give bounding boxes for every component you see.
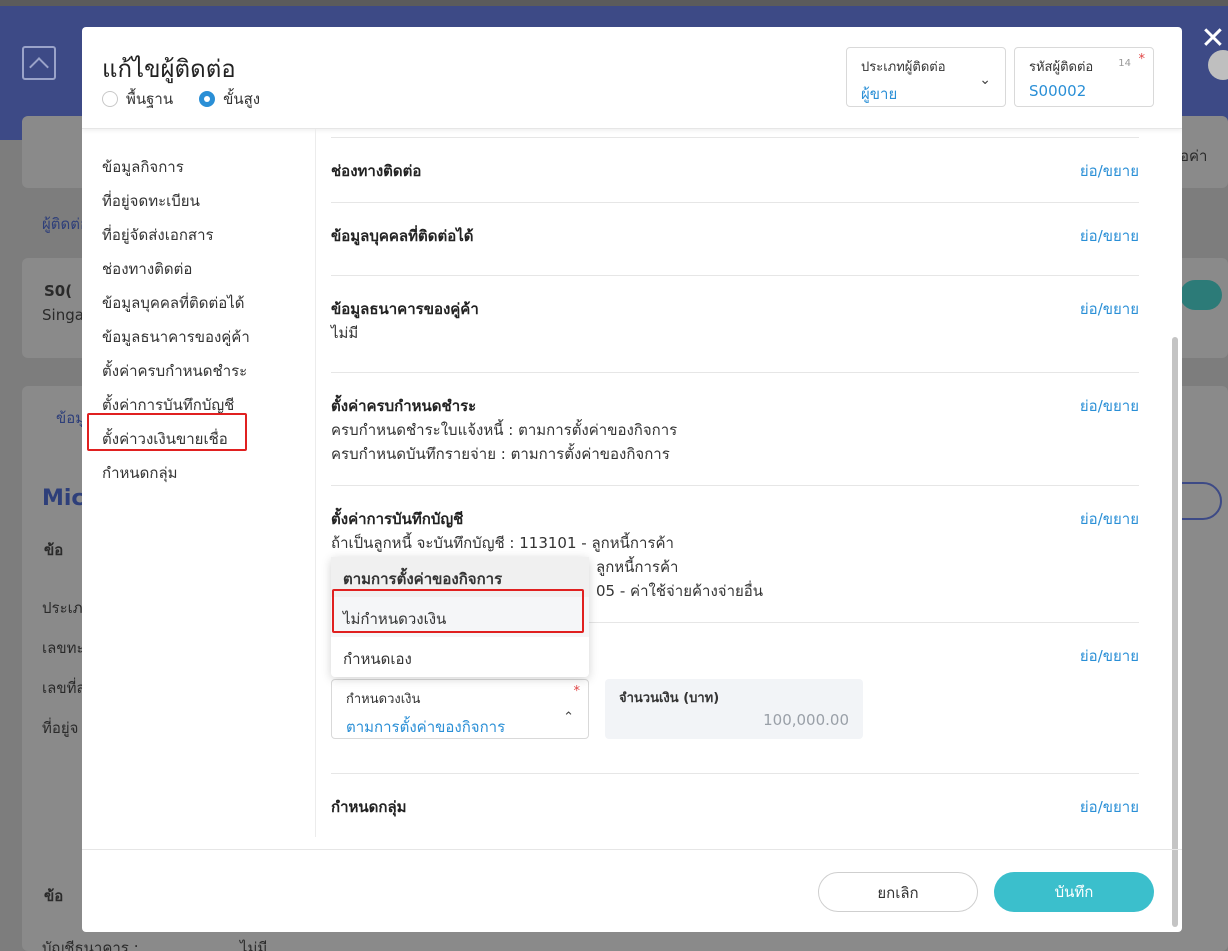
bg-section-b: ข้อ	[44, 887, 64, 905]
divider	[331, 485, 1139, 486]
divider	[331, 202, 1139, 203]
nav-item-business[interactable]: ข้อมูลกิจการ	[102, 155, 184, 179]
due-expense-text: ครบกำหนดบันทึกรายจ่าย : ตามการตั้งค่าของ…	[331, 445, 670, 463]
toggle-person[interactable]: ย่อ/ขยาย	[1080, 224, 1139, 248]
close-icon[interactable]: ✕	[1198, 24, 1228, 54]
section-title-group: กำหนดกลุ่ม	[331, 798, 407, 816]
contact-type-value: ผู้ขาย	[861, 85, 898, 103]
mode-advanced-radio[interactable]	[199, 91, 216, 107]
modal-footer: ยกเลิก บันทึก	[82, 849, 1182, 932]
highlight-box	[332, 589, 584, 633]
bg-tab: ข้อมู	[56, 409, 86, 427]
section-title-bank: ข้อมูลธนาคารของคู่ค้า	[331, 300, 479, 318]
bg-contact-code: S0(	[44, 282, 73, 300]
char-count: 14	[1118, 58, 1131, 69]
contact-code-value: S00002	[1029, 82, 1087, 100]
scrollbar[interactable]	[1172, 337, 1178, 927]
bg-section-a: ข้อ	[44, 541, 64, 559]
section-nav: ข้อมูลกิจการ ที่อยู่จดทะเบียน ที่อยู่จัด…	[82, 129, 316, 837]
divider	[331, 275, 1139, 276]
credit-limit-select[interactable]: กำหนดวงเงิน ตามการตั้งค่าของกิจการ * ⌃	[331, 679, 589, 739]
divider	[331, 773, 1139, 774]
divider	[331, 372, 1139, 373]
toggle-channel[interactable]: ย่อ/ขยาย	[1080, 159, 1139, 183]
highlight-box	[87, 413, 247, 451]
dropdown-option[interactable]: กำหนดเอง	[331, 637, 589, 677]
nav-item-shipping-address[interactable]: ที่อยู่จัดส่งเอกสาร	[102, 223, 214, 247]
toggle-credit-limit[interactable]: ย่อ/ขยาย	[1080, 644, 1139, 668]
section-title-channel: ช่องทางติดต่อ	[331, 162, 422, 180]
nav-item-contact-person[interactable]: ข้อมูลบุคคลที่ติดต่อได้	[102, 291, 245, 315]
modal-title: แก้ไขผู้ติดต่อ	[102, 55, 236, 83]
nav-item-bank[interactable]: ข้อมูลธนาคารของคู่ค้า	[102, 325, 250, 349]
nav-item-group[interactable]: กำหนดกลุ่ม	[102, 461, 178, 485]
mode-basic-label[interactable]: พื้นฐาน	[126, 87, 173, 111]
required-icon: *	[573, 684, 581, 699]
mode-basic-radio[interactable]	[102, 91, 118, 107]
divider	[331, 137, 1139, 138]
section-title-accounting: ตั้งค่าการบันทึกบัญชี	[331, 510, 464, 528]
chevron-up-icon: ⌃	[563, 710, 574, 725]
bg-right-text: อค่า	[1180, 147, 1208, 165]
bg-row: ประเภ	[42, 599, 83, 617]
toggle-group[interactable]: ย่อ/ขยาย	[1080, 795, 1139, 819]
bg-status-pill	[1180, 280, 1222, 310]
bg-row: เลขที่ส	[42, 679, 86, 697]
credit-limit-dropdown: ตามการตั้งค่าของกิจการ ไม่กำหนดวงเงิน กำ…	[331, 557, 589, 677]
section-content: ช่องทางติดต่อ ย่อ/ขยาย ข้อมูลบุคคลที่ติด…	[316, 129, 1182, 837]
section-title-person: ข้อมูลบุคคลที่ติดต่อได้	[331, 227, 474, 245]
nav-item-contact-channel[interactable]: ช่องทางติดต่อ	[102, 257, 192, 281]
credit-amount-value: 100,000.00	[763, 711, 849, 729]
accounting-line2-text: ลูกหนี้การค้า	[596, 558, 679, 576]
due-invoice-text: ครบกำหนดชำระใบแจ้งหนี้ : ตามการตั้งค่าขอ…	[331, 421, 678, 439]
bg-heading: Mic	[42, 486, 85, 511]
credit-amount-field[interactable]: จำนวนเงิน (บาท) 100,000.00	[605, 679, 863, 739]
contact-type-select[interactable]: ประเภทผู้ติดต่อ ผู้ขาย ⌄	[846, 47, 1006, 107]
credit-limit-value: ตามการตั้งค่าของกิจการ	[346, 718, 506, 736]
toggle-accounting[interactable]: ย่อ/ขยาย	[1080, 507, 1139, 531]
cancel-button[interactable]: ยกเลิก	[818, 872, 978, 912]
app-logo-icon	[22, 46, 56, 80]
accounting-debtor-text: ถ้าเป็นลูกหนี้ จะบันทึกบัญชี : 113101 - …	[331, 534, 674, 552]
contact-type-label: ประเภทผู้ติดต่อ	[861, 60, 946, 75]
credit-limit-label: กำหนดวงเงิน	[346, 692, 421, 707]
nav-item-due-settings[interactable]: ตั้งค่าครบกำหนดชำระ	[102, 359, 247, 383]
app-top-strip	[0, 0, 1228, 6]
mode-radio-group: พื้นฐาน ขั้นสูง	[102, 87, 278, 111]
bg-row: เลขทะ	[42, 639, 85, 657]
toggle-due[interactable]: ย่อ/ขยาย	[1080, 394, 1139, 418]
section-title-due: ตั้งค่าครบกำหนดชำระ	[331, 397, 477, 415]
save-button[interactable]: บันทึก	[994, 872, 1154, 912]
contact-code-field[interactable]: รหัสผู้ติดต่อ S00002 14 *	[1014, 47, 1154, 107]
nav-item-registered-address[interactable]: ที่อยู่จดทะเบียน	[102, 189, 200, 213]
edit-contact-modal: แก้ไขผู้ติดต่อ พื้นฐาน ขั้นสูง ประเภทผู้…	[82, 27, 1182, 932]
accounting-line3-text: 05 - ค่าใช้จ่ายค้างจ่ายอื่น	[596, 582, 764, 600]
toggle-bank[interactable]: ย่อ/ขยาย	[1080, 297, 1139, 321]
modal-header: แก้ไขผู้ติดต่อ พื้นฐาน ขั้นสูง ประเภทผู้…	[82, 27, 1182, 129]
mode-advanced-label[interactable]: ขั้นสูง	[223, 87, 260, 111]
required-icon: *	[1138, 52, 1146, 67]
credit-amount-label: จำนวนเงิน (บาท)	[619, 691, 720, 706]
bank-value: ไม่มี	[331, 324, 359, 342]
bg-bank-label: บัญชีธนาคาร :	[42, 939, 139, 951]
bg-row: ที่อยู่จ	[42, 719, 79, 737]
chevron-down-icon: ⌄	[979, 72, 991, 88]
bg-bank-value: ไม่มี	[240, 939, 268, 951]
